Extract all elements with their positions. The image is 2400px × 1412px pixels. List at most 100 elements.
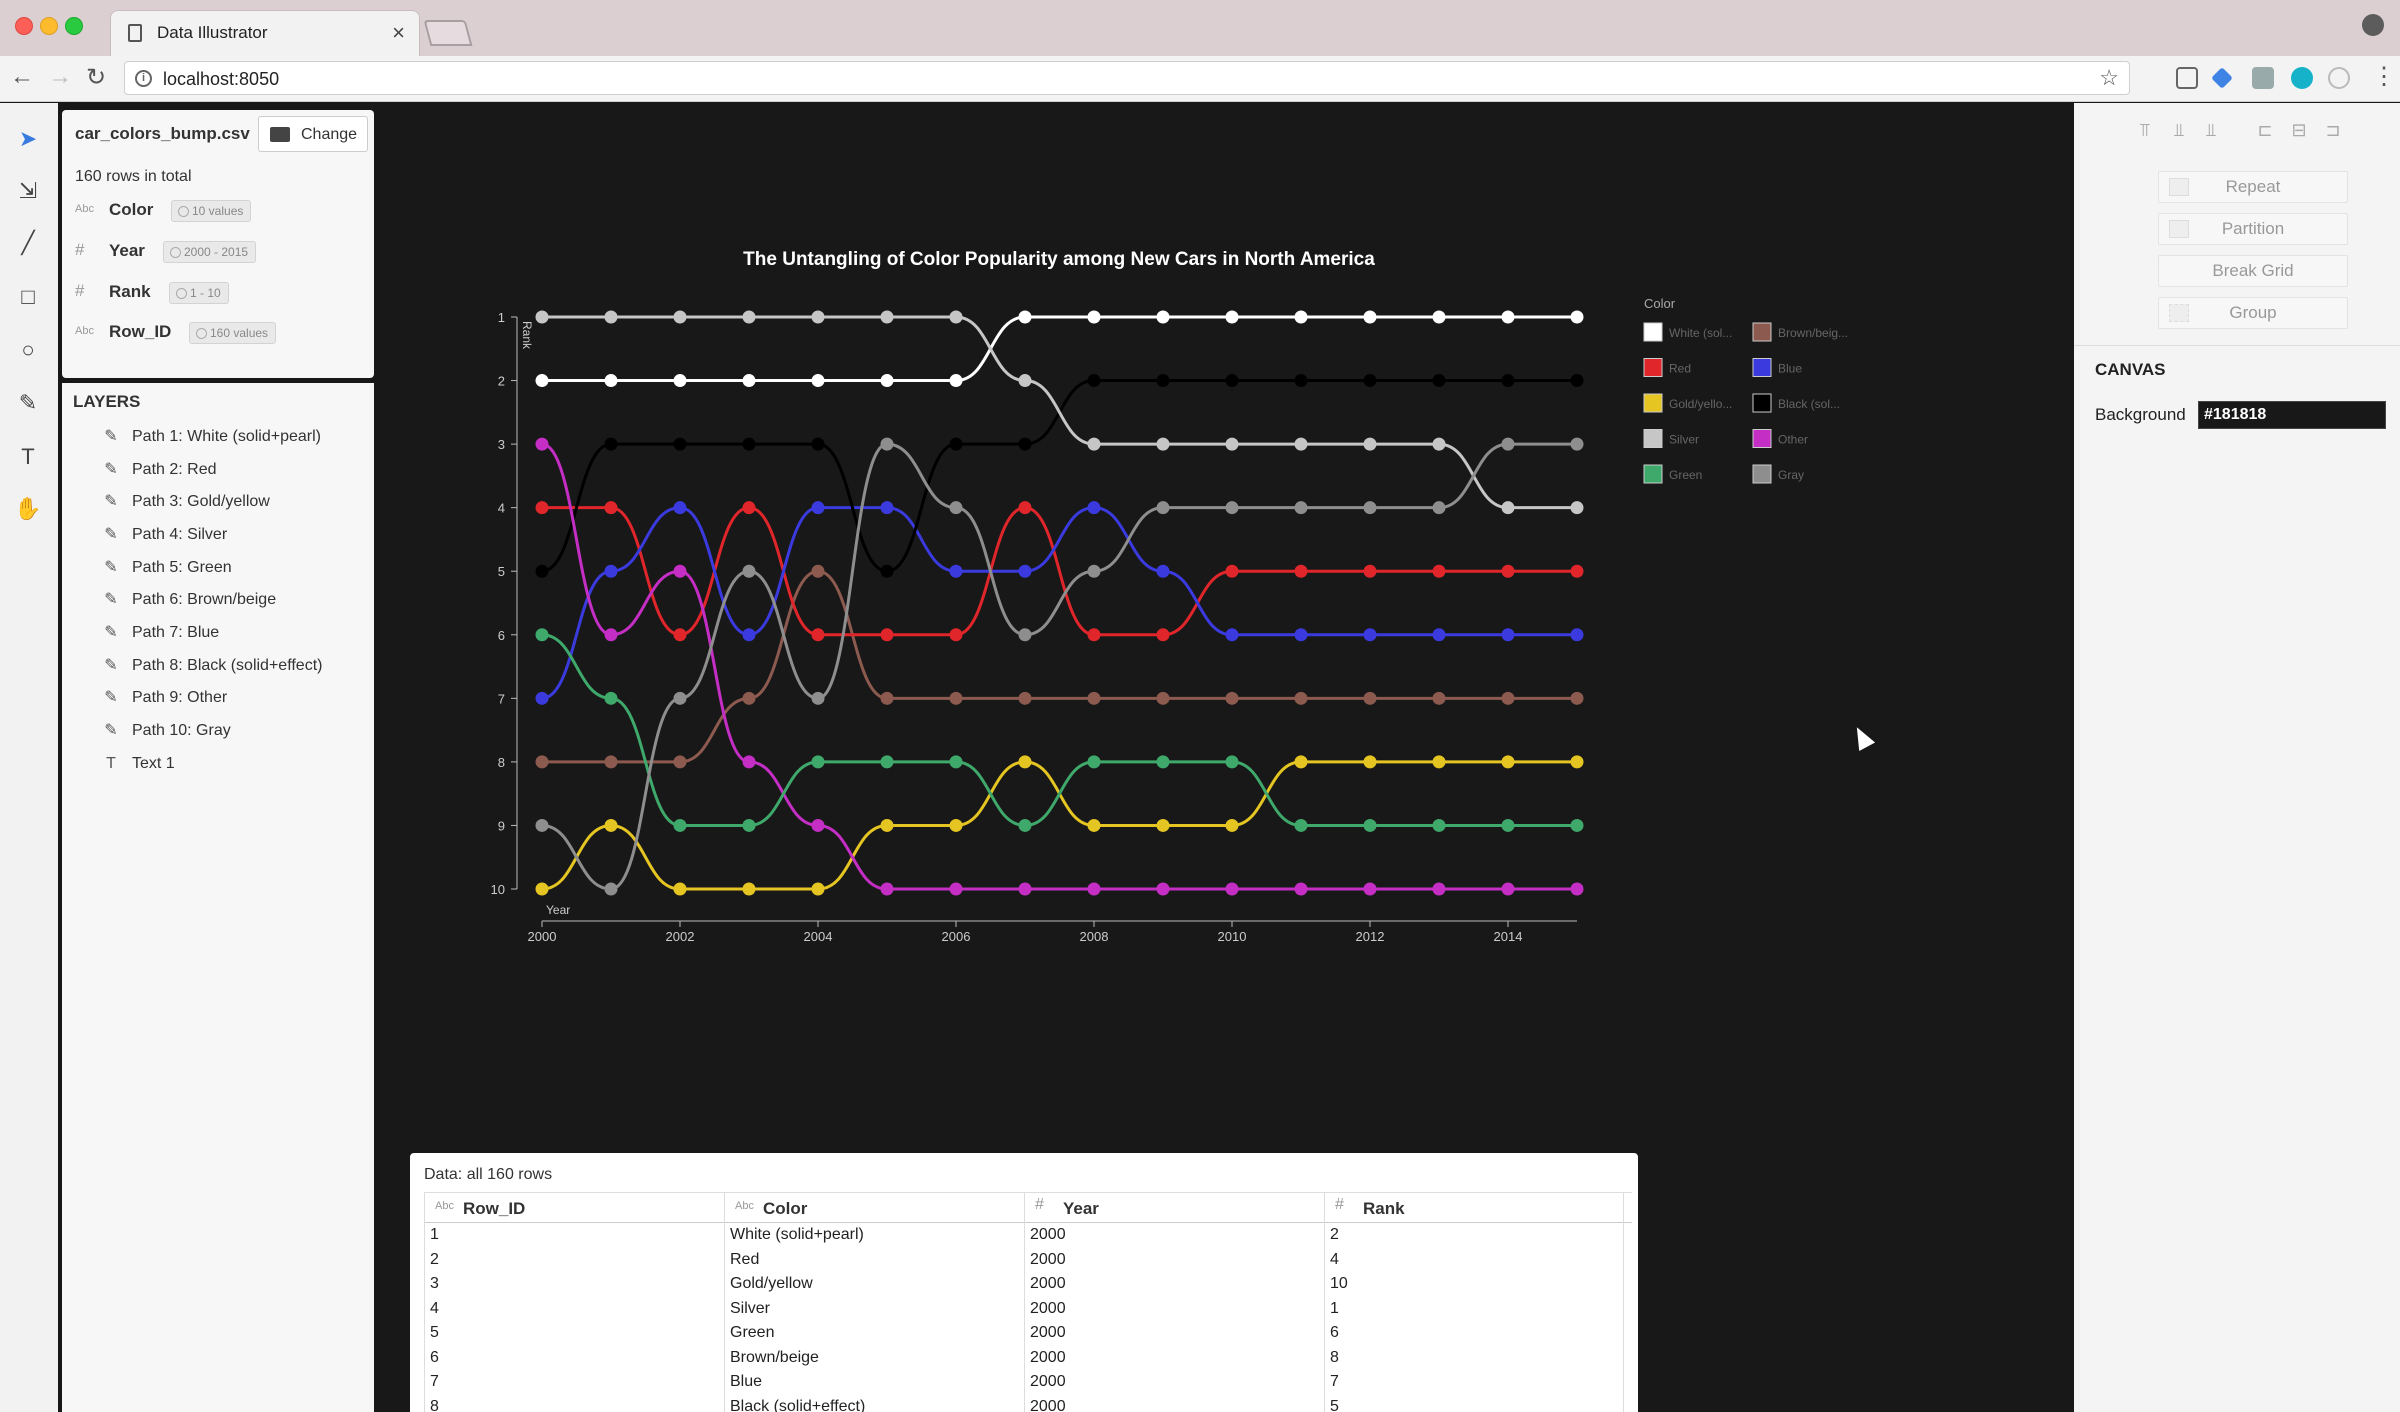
break-grid-button[interactable]: Break Grid bbox=[2158, 255, 2348, 287]
maximize-window-button[interactable] bbox=[65, 17, 83, 35]
series-line bbox=[541, 442, 1577, 891]
column-name: Row_ID bbox=[463, 1199, 526, 1218]
table-row[interactable]: 5 Green 2000 6 bbox=[424, 1321, 1632, 1346]
extension-gray-icon[interactable] bbox=[2252, 67, 2274, 89]
background-color-input[interactable] bbox=[2198, 401, 2386, 429]
menu-kebab-icon[interactable]: ⋮ bbox=[2372, 62, 2396, 91]
pen-icon: ✎ bbox=[104, 428, 118, 445]
column-header-year[interactable]: # Year bbox=[1024, 1193, 1324, 1224]
field-rank[interactable]: # Rank 1 - 10 bbox=[75, 281, 365, 308]
url-text[interactable]: localhost:8050 bbox=[163, 69, 279, 90]
x-tick-label: 2006 bbox=[942, 929, 971, 944]
table-row[interactable]: 3 Gold/yellow 2000 10 bbox=[424, 1272, 1632, 1297]
cell-rank: 7 bbox=[1324, 1370, 1624, 1395]
data-point bbox=[1570, 691, 1584, 705]
cell-rank: 2 bbox=[1324, 1223, 1624, 1248]
align-top-icon[interactable]: ⫪ bbox=[2134, 119, 2156, 141]
reload-icon[interactable]: ↻ bbox=[86, 63, 106, 92]
data-point bbox=[673, 310, 687, 324]
close-window-button[interactable] bbox=[15, 17, 33, 35]
data-point bbox=[1363, 818, 1377, 832]
align-center-icon[interactable]: ⊟ bbox=[2288, 119, 2310, 141]
minimize-window-button[interactable] bbox=[40, 17, 58, 35]
tab-close-icon[interactable]: × bbox=[392, 20, 405, 46]
legend-label: Black (sol... bbox=[1778, 397, 1840, 411]
forward-icon[interactable]: → bbox=[48, 63, 72, 91]
text-icon[interactable]: T bbox=[14, 443, 42, 471]
back-icon[interactable]: ← bbox=[10, 63, 34, 91]
table-row[interactable]: 6 Brown/beige 2000 8 bbox=[424, 1345, 1632, 1370]
cell-row-id: 7 bbox=[424, 1370, 724, 1395]
address-bar[interactable]: i localhost:8050 ☆ bbox=[124, 61, 2130, 95]
data-point bbox=[535, 691, 549, 705]
data-point bbox=[1294, 564, 1308, 578]
extension-circle-icon[interactable] bbox=[2328, 67, 2350, 89]
data-point bbox=[604, 501, 618, 515]
repeat-icon bbox=[2169, 178, 2189, 196]
extension-blue-icon[interactable] bbox=[2211, 67, 2233, 89]
cell-rank: 10 bbox=[1324, 1272, 1624, 1297]
circle-icon[interactable]: ○ bbox=[14, 336, 42, 364]
direct-select-icon[interactable]: ⇲ bbox=[14, 177, 42, 205]
table-row[interactable]: 2 Red 2000 4 bbox=[424, 1247, 1632, 1272]
bookmark-star-icon[interactable]: ☆ bbox=[2099, 65, 2119, 91]
partition-button[interactable]: Partition bbox=[2158, 213, 2348, 245]
cell-year: 2000 bbox=[1024, 1247, 1324, 1272]
align-middle-icon[interactable]: ⫫ bbox=[2168, 119, 2190, 141]
properties-panel: ⫪ ⫫ ⫫ ⊏ ⊟ ⊐ Repeat Partition Break Grid … bbox=[2074, 103, 2400, 1412]
group-button[interactable]: Group bbox=[2158, 297, 2348, 329]
data-point bbox=[1432, 564, 1446, 578]
new-tab-button[interactable] bbox=[423, 20, 473, 46]
table-row[interactable]: 1 White (solid+pearl) 2000 2 bbox=[424, 1223, 1632, 1248]
repeat-button[interactable]: Repeat bbox=[2158, 171, 2348, 203]
data-point bbox=[1432, 501, 1446, 515]
field-type: Abc bbox=[75, 325, 94, 337]
column-type: Abc bbox=[435, 1200, 454, 1212]
y-tick-label: 7 bbox=[498, 691, 505, 706]
field-year[interactable]: # Year 2000 - 2015 bbox=[75, 240, 365, 267]
bump-chart[interactable]: The Untangling of Color Popularity among… bbox=[374, 103, 2074, 1103]
info-icon[interactable]: i bbox=[135, 70, 152, 87]
table-row[interactable]: 8 Black (solid+effect) 2000 5 bbox=[424, 1394, 1632, 1412]
rectangle-icon[interactable]: □ bbox=[14, 283, 42, 311]
data-point bbox=[742, 755, 756, 769]
table-row[interactable]: 7 Blue 2000 7 bbox=[424, 1370, 1632, 1395]
profile-icon[interactable] bbox=[2362, 14, 2384, 36]
table-row[interactable]: 4 Silver 2000 1 bbox=[424, 1296, 1632, 1321]
background-label: Background bbox=[2095, 405, 2186, 424]
layer-name: Path 3: Gold/yellow bbox=[132, 493, 270, 510]
data-point bbox=[949, 374, 963, 388]
field-row-id[interactable]: Abc Row_ID 160 values bbox=[75, 322, 365, 348]
cell-rank: 5 bbox=[1324, 1394, 1624, 1412]
field-type: Abc bbox=[75, 203, 94, 215]
column-header-rank[interactable]: # Rank bbox=[1324, 1193, 1624, 1224]
x-tick-label: 2012 bbox=[1356, 929, 1385, 944]
data-point bbox=[1156, 564, 1170, 578]
browser-tab[interactable]: Data Illustrator × bbox=[110, 10, 420, 56]
data-point bbox=[1156, 755, 1170, 769]
column-header-row-id[interactable]: Abc Row_ID bbox=[424, 1193, 724, 1224]
line-icon[interactable]: ╱ bbox=[14, 229, 42, 257]
field-type: # bbox=[75, 240, 85, 259]
change-dataset-button[interactable]: Change bbox=[258, 116, 368, 152]
x-axis-label: Year bbox=[546, 903, 570, 917]
cell-rank: 8 bbox=[1324, 1345, 1624, 1370]
hand-icon[interactable]: ✋ bbox=[14, 495, 42, 523]
align-bottom-icon[interactable]: ⫫ bbox=[2200, 119, 2222, 141]
data-point bbox=[880, 818, 894, 832]
align-left-icon[interactable]: ⊏ bbox=[2254, 119, 2276, 141]
select-icon[interactable]: ➤ bbox=[14, 125, 42, 153]
extension-m-icon[interactable] bbox=[2291, 67, 2313, 89]
cast-icon[interactable] bbox=[2176, 67, 2198, 89]
layer-name: Path 6: Brown/beige bbox=[132, 591, 277, 608]
cell-color: Green bbox=[724, 1321, 1024, 1346]
divider bbox=[2074, 345, 2400, 346]
field-color[interactable]: Abc Color 10 values bbox=[75, 200, 365, 226]
align-right-icon[interactable]: ⊐ bbox=[2322, 119, 2344, 141]
column-header-color[interactable]: Abc Color bbox=[724, 1193, 1024, 1224]
pen-icon[interactable]: ✎ bbox=[14, 389, 42, 417]
data-point bbox=[880, 882, 894, 896]
field-range-badge: 10 values bbox=[171, 200, 252, 222]
column-name: Year bbox=[1063, 1199, 1099, 1218]
field-range-badge: 1 - 10 bbox=[169, 282, 229, 304]
